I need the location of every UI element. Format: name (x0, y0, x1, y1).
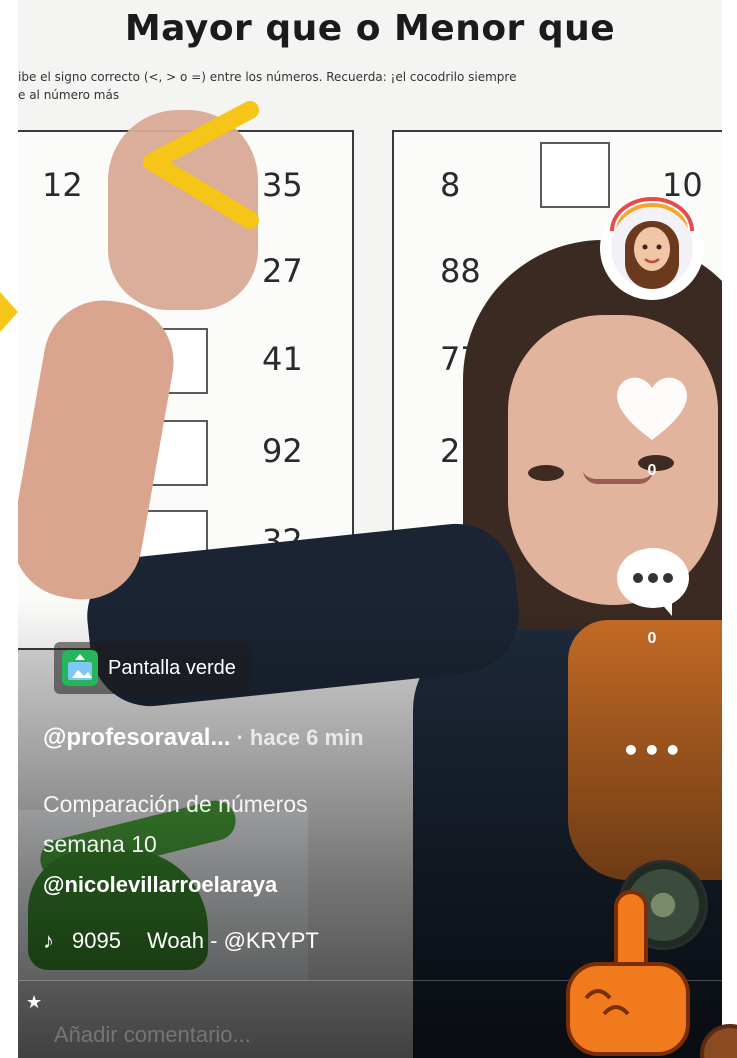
comment-input[interactable] (54, 1022, 554, 1048)
number-left-3: 27 (262, 252, 303, 290)
effect-chip[interactable]: Pantalla verde (54, 642, 250, 694)
heart-icon (617, 377, 687, 440)
more-options-icon[interactable]: ••• (622, 734, 685, 767)
author-handle[interactable]: @profesoraval... (43, 724, 230, 751)
drawn-less-than-symbol (143, 101, 259, 229)
number-left-4: 41 (262, 340, 303, 378)
music-info[interactable]: ♪ 9095 Woah - @KRYPT (43, 928, 319, 954)
comment-count: 0 (647, 630, 657, 647)
comment-bubble-icon (617, 548, 689, 616)
comments-button[interactable] (614, 546, 692, 618)
music-note-icon: ♪ (43, 928, 54, 953)
like-button[interactable] (612, 370, 692, 444)
small-reaction-icon: ★ (26, 992, 43, 1013)
pointing-hand-sticker (566, 890, 690, 1056)
worksheet-title: Mayor que o Menor que (124, 8, 616, 49)
green-screen-icon (62, 650, 98, 686)
instructions-line-1: ibe el signo correcto (<, > o =) entre l… (18, 70, 517, 84)
video-player[interactable]: Mayor que o Menor que ibe el signo corre… (18, 0, 722, 1058)
creator-avatar[interactable] (600, 196, 704, 300)
like-count: 0 (647, 462, 657, 479)
number-left-5: 92 (262, 432, 303, 470)
answer-box (540, 142, 610, 208)
mention-link[interactable]: @nicolevillarroelaraya (43, 872, 277, 898)
instructions-line-2: e al número más (18, 88, 120, 102)
bitmoji-icon (625, 221, 679, 289)
number-right-1: 8 (440, 166, 461, 204)
yellow-triangle-decoration (0, 292, 18, 332)
post-time: · hace 6 min (236, 725, 364, 750)
number-left-1: 12 (42, 166, 83, 204)
caption-line-2: semana 10 (43, 831, 157, 857)
post-author-row[interactable]: @profesoraval... · hace 6 min (43, 724, 364, 752)
music-title: Woah - @KRYPT (146, 928, 319, 953)
worksheet-instructions: ibe el signo correcto (<, > o =) entre l… (18, 68, 722, 104)
caption-line-1: Comparación de números (43, 791, 308, 817)
post-caption: Comparación de números semana 10 (43, 784, 463, 864)
presenter-eye (528, 465, 564, 481)
effect-label: Pantalla verde (108, 656, 236, 679)
avatar-image (611, 207, 693, 289)
music-prefix: 9095 (72, 928, 121, 953)
